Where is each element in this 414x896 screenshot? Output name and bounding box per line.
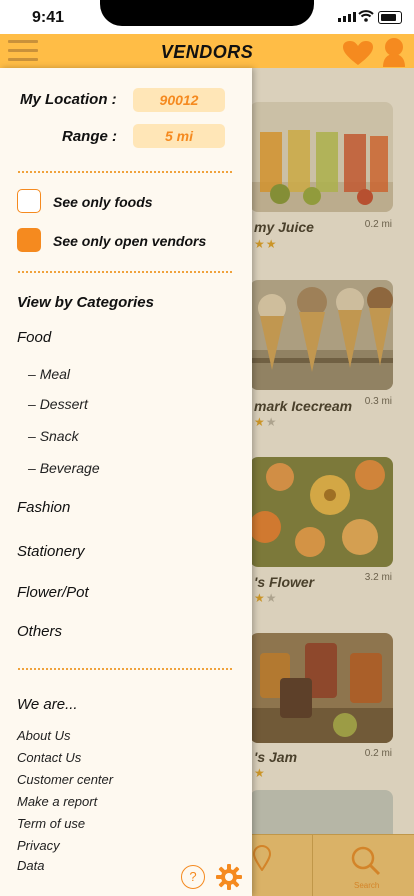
link-term-of-use[interactable]: Term of use: [17, 816, 85, 831]
link-customer-center[interactable]: Customer center: [17, 772, 113, 787]
subcategory-dessert[interactable]: – Dessert: [28, 396, 88, 412]
user-profile-icon[interactable]: [381, 37, 407, 67]
filter-foods-checkbox[interactable]: [17, 189, 41, 213]
side-drawer: My Location : 90012 Range : 5 mi See onl…: [0, 68, 252, 896]
category-flower-pot[interactable]: Flower/Pot: [17, 584, 89, 601]
device-notch: [100, 0, 314, 26]
drawer-scrim[interactable]: [252, 68, 414, 896]
link-contact-us[interactable]: Contact Us: [17, 750, 81, 765]
subcategory-snack[interactable]: – Snack: [28, 428, 79, 444]
filter-open-label[interactable]: See only open vendors: [53, 233, 206, 249]
divider: [18, 668, 232, 670]
categories-heading: View by Categories: [17, 294, 154, 311]
link-privacy[interactable]: Privacy: [17, 838, 60, 853]
gear-icon[interactable]: [215, 863, 243, 891]
category-stationery[interactable]: Stationery: [17, 543, 85, 560]
status-time: 9:41: [32, 9, 65, 26]
help-icon[interactable]: ?: [181, 865, 205, 889]
category-fashion[interactable]: Fashion: [17, 499, 70, 516]
subcategory-meal[interactable]: – Meal: [28, 366, 70, 382]
wifi-icon: [358, 10, 374, 22]
signal-icon: [338, 12, 356, 22]
filter-foods-label[interactable]: See only foods: [53, 194, 153, 210]
range-value[interactable]: 5 mi: [133, 124, 225, 148]
link-about-us[interactable]: About Us: [17, 728, 70, 743]
category-others[interactable]: Others: [17, 623, 62, 640]
hamburger-menu-icon[interactable]: [8, 40, 38, 62]
battery-icon: [378, 11, 402, 24]
about-heading: We are...: [17, 696, 78, 713]
location-label: My Location :: [20, 91, 117, 108]
category-food[interactable]: Food: [17, 329, 51, 346]
location-value[interactable]: 90012: [133, 88, 225, 112]
divider: [18, 171, 232, 173]
divider: [18, 271, 232, 273]
link-make-a-report[interactable]: Make a report: [17, 794, 97, 809]
link-data[interactable]: Data: [17, 858, 44, 873]
heart-icon[interactable]: [342, 40, 374, 66]
range-label: Range :: [62, 128, 118, 145]
filter-open-checkbox[interactable]: [17, 228, 41, 252]
subcategory-beverage[interactable]: – Beverage: [28, 460, 100, 476]
